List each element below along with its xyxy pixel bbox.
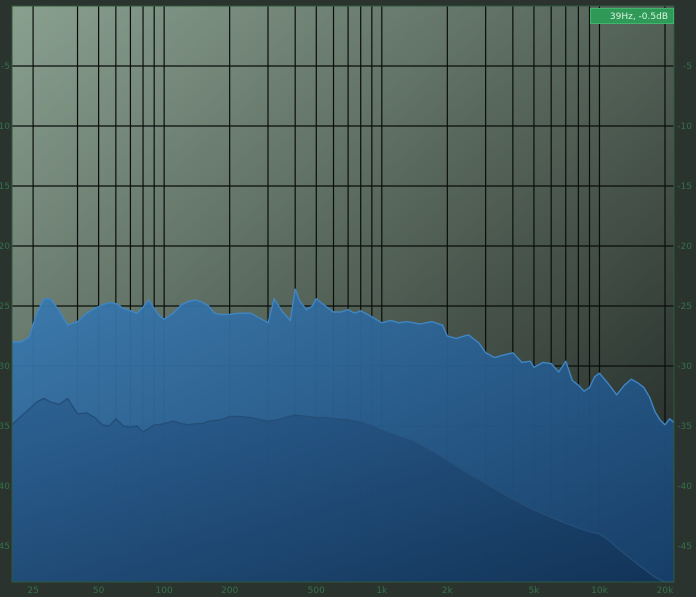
- x-tick-label: 2k: [442, 586, 454, 596]
- y-tick-label-left: -15: [0, 182, 10, 192]
- x-tick-label: 20k: [657, 586, 674, 596]
- y-tick-label-left: -20: [0, 242, 10, 252]
- y-tick-label-right: -10: [677, 122, 692, 132]
- spectrum-plot[interactable]: -5 -10 -15 -20 -25 -30 -35 -40 -45 -5 -10 -15 -20 -2…: [0, 0, 696, 597]
- y-tick-label-left: -5: [1, 62, 10, 72]
- y-tick-label-left: -35: [0, 422, 10, 432]
- x-tick-label: 25: [27, 586, 38, 596]
- y-tick-label-left: -45: [0, 542, 10, 552]
- y-tick-label-left: -25: [0, 302, 10, 312]
- x-tick-labels: 25 50 100 200 500 1k 2k 5k 10k 20k: [27, 586, 674, 596]
- y-tick-label-left: -40: [0, 482, 10, 492]
- x-tick-label: 100: [156, 586, 173, 596]
- y-tick-label-right: -45: [677, 542, 692, 552]
- y-tick-label-right: -40: [677, 482, 692, 492]
- y-tick-label-left: -10: [0, 122, 10, 132]
- x-tick-label: 50: [93, 586, 105, 596]
- x-tick-label: 10k: [591, 586, 608, 596]
- y-tick-label-left: -30: [0, 362, 10, 372]
- x-tick-label: 1k: [376, 586, 388, 596]
- y-tick-label-right: -20: [677, 242, 692, 252]
- y-tick-label-right: -35: [677, 422, 692, 432]
- y-tick-labels-left: -5 -10 -15 -20 -25 -30 -35 -40 -45: [0, 62, 10, 552]
- y-tick-label-right: -5: [683, 62, 692, 72]
- cursor-readout: 39Hz, -0.5dB: [590, 8, 674, 24]
- spectrum-analyzer[interactable]: -5 -10 -15 -20 -25 -30 -35 -40 -45 -5 -10 -15 -20 -2…: [0, 0, 696, 597]
- x-tick-label: 500: [308, 586, 325, 596]
- y-tick-label-right: -25: [677, 302, 692, 312]
- y-tick-labels-right: -5 -10 -15 -20 -25 -30 -35 -40 -45: [677, 62, 692, 552]
- x-tick-label: 200: [221, 586, 238, 596]
- x-tick-label: 5k: [528, 586, 540, 596]
- y-tick-label-right: -30: [677, 362, 692, 372]
- y-tick-label-right: -15: [677, 182, 692, 192]
